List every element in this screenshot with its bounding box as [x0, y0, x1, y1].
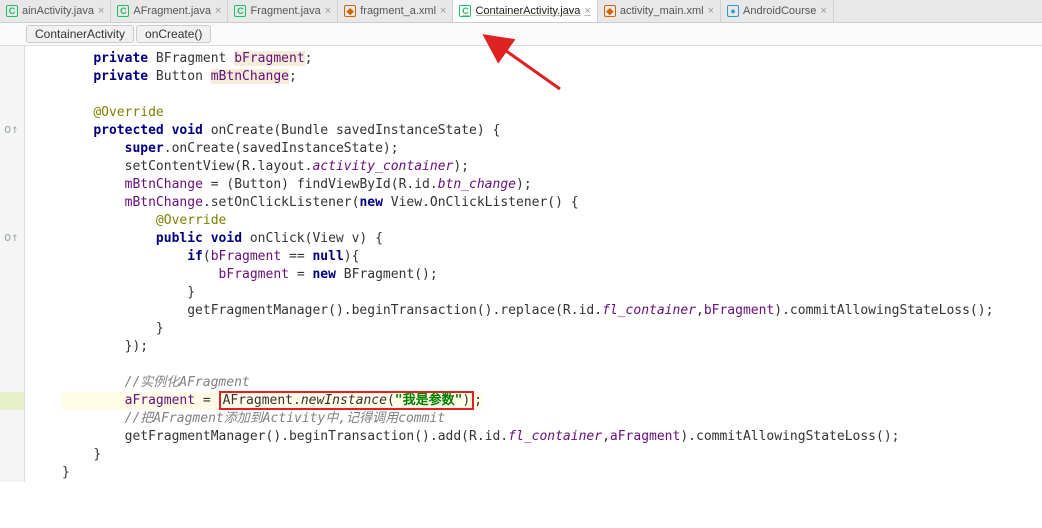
- gutter: o↑ o↑: [0, 46, 25, 482]
- close-icon[interactable]: ×: [215, 5, 221, 17]
- override-gutter-icon[interactable]: o↑: [4, 230, 18, 244]
- breadcrumb: ContainerActivity onCreate(): [0, 23, 1042, 46]
- tab-androidcourse[interactable]: ● AndroidCourse ×: [721, 0, 834, 22]
- tab-label: fragment_a.xml: [360, 5, 436, 17]
- file-type-icon: ●: [727, 5, 739, 17]
- tab-afragment-java[interactable]: C AFragment.java ×: [111, 0, 228, 22]
- breadcrumb-method[interactable]: onCreate(): [136, 25, 211, 43]
- close-icon[interactable]: ×: [440, 5, 446, 17]
- close-icon[interactable]: ×: [820, 5, 826, 17]
- breadcrumb-class[interactable]: ContainerActivity: [26, 25, 134, 43]
- file-type-icon: C: [234, 5, 246, 17]
- tab-activity-main-xml[interactable]: ◆ activity_main.xml ×: [598, 0, 721, 22]
- tab-label: ContainerActivity.java: [475, 5, 580, 17]
- caret-line-gutter: [0, 392, 24, 410]
- close-icon[interactable]: ×: [708, 5, 714, 17]
- tab-fragment-a-xml[interactable]: ◆ fragment_a.xml ×: [338, 0, 453, 22]
- highlighted-call: AFragment.newInstance("我是参数"): [219, 391, 475, 410]
- tab-label: ainActivity.java: [22, 5, 94, 17]
- file-type-icon: ◆: [344, 5, 356, 17]
- tab-label: AndroidCourse: [743, 5, 816, 17]
- editor-tabs: CainActivity.java × C AFragment.java × C Fragm…: [0, 0, 1042, 23]
- tab-label: Fragment.java: [250, 5, 320, 17]
- code-content[interactable]: private BFragment bFragment; private But…: [28, 46, 1042, 482]
- override-gutter-icon[interactable]: o↑: [4, 122, 18, 136]
- tab-ainactivity-java[interactable]: CainActivity.java ×: [0, 0, 111, 22]
- file-type-icon: ◆: [604, 5, 616, 17]
- close-icon[interactable]: ×: [584, 5, 590, 17]
- tab-fragment-java[interactable]: C Fragment.java ×: [228, 0, 338, 22]
- file-type-icon: C: [117, 5, 129, 17]
- file-type-icon: C: [6, 5, 18, 17]
- code-editor[interactable]: o↑ o↑ private BFragment bFragment; priva…: [0, 46, 1042, 482]
- tab-label: AFragment.java: [133, 5, 211, 17]
- close-icon[interactable]: ×: [325, 5, 331, 17]
- file-type-icon: C: [459, 5, 471, 17]
- tab-containeractivity-java[interactable]: C ContainerActivity.java ×: [453, 0, 597, 23]
- tab-label: activity_main.xml: [620, 5, 704, 17]
- close-icon[interactable]: ×: [98, 5, 104, 17]
